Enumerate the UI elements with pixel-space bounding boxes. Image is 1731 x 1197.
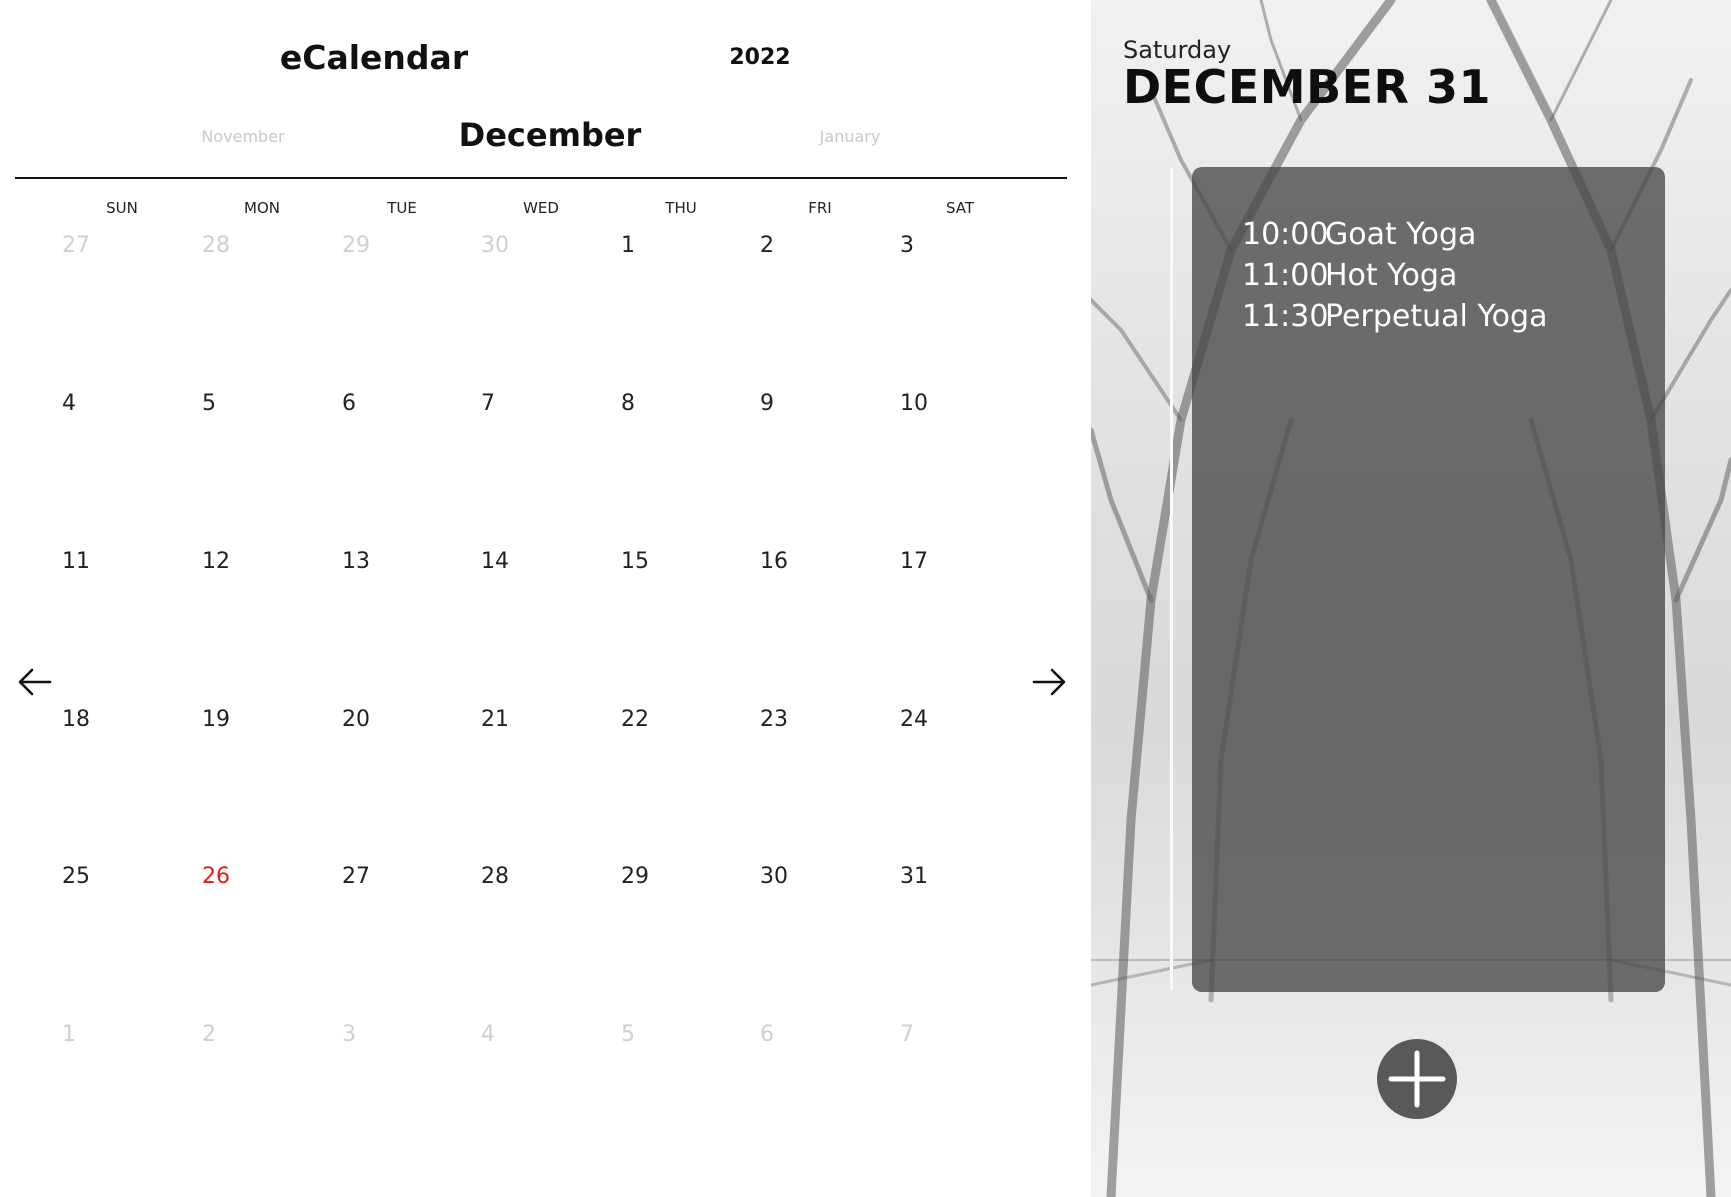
day-cell[interactable]: 20 (342, 707, 372, 732)
event-title: Hot Yoga (1325, 258, 1458, 293)
current-month-title: December (458, 116, 642, 154)
day-cell[interactable]: 18 (62, 707, 92, 732)
day-cell[interactable]: 5 (621, 1022, 651, 1047)
day-cell[interactable]: 24 (900, 707, 930, 732)
previous-month-link[interactable]: November (143, 127, 343, 146)
weekday-mon: MON (244, 199, 280, 217)
day-cell[interactable]: 30 (481, 233, 511, 258)
day-cell[interactable]: 11 (62, 549, 92, 574)
day-cell[interactable]: 6 (760, 1022, 790, 1047)
agenda-panel: Saturday DECEMBER 31 10:00Goat Yoga 11:0… (1091, 0, 1731, 1197)
day-cell[interactable]: 28 (202, 233, 232, 258)
agenda-date: DECEMBER 31 (1123, 60, 1491, 114)
next-month-link[interactable]: January (750, 127, 950, 146)
event-title: Goat Yoga (1325, 217, 1477, 252)
day-cell-selected[interactable]: 31 (900, 864, 930, 889)
day-cell[interactable]: 30 (760, 864, 790, 889)
event-title: Perpetual Yoga (1325, 299, 1548, 334)
event-time: 11:00 (1242, 258, 1329, 293)
arrow-right-icon[interactable] (1030, 663, 1068, 701)
weekday-fri: FRI (808, 199, 832, 217)
weekday-sat: SAT (945, 199, 975, 217)
timeline-divider (1170, 168, 1173, 990)
day-cell[interactable]: 22 (621, 707, 651, 732)
day-cell[interactable]: 23 (760, 707, 790, 732)
weekday-thu: THU (665, 199, 697, 217)
day-cell[interactable]: 17 (900, 549, 930, 574)
day-cell[interactable]: 15 (621, 549, 651, 574)
day-cell[interactable]: 4 (62, 391, 92, 416)
app-title: eCalendar (279, 38, 469, 77)
year-label[interactable]: 2022 (700, 45, 820, 70)
day-cell[interactable]: 7 (481, 391, 511, 416)
day-cell[interactable]: 2 (202, 1022, 232, 1047)
day-cell[interactable]: 3 (900, 233, 930, 258)
day-cell[interactable]: 1 (62, 1022, 92, 1047)
plus-icon (1388, 1050, 1446, 1108)
add-event-button[interactable] (1377, 1039, 1457, 1119)
event-item[interactable]: 11:30Perpetual Yoga (1242, 299, 1547, 334)
day-cell[interactable]: 6 (342, 391, 372, 416)
event-item[interactable]: 11:00Hot Yoga (1242, 258, 1457, 293)
day-cell[interactable]: 12 (202, 549, 232, 574)
day-cell[interactable]: 27 (342, 864, 372, 889)
event-time: 11:30 (1242, 299, 1329, 334)
events-list: 10:00Goat Yoga 11:00Hot Yoga 11:30Perpet… (1192, 167, 1665, 992)
day-cell[interactable]: 7 (900, 1022, 930, 1047)
day-cell[interactable]: 2 (760, 233, 790, 258)
event-time: 10:00 (1242, 217, 1329, 252)
header-divider (15, 177, 1067, 179)
day-cell[interactable]: 14 (481, 549, 511, 574)
day-cell[interactable]: 25 (62, 864, 92, 889)
day-cell[interactable]: 28 (481, 864, 511, 889)
calendar-panel: eCalendar 2022 November December January… (0, 0, 1091, 1197)
weekday-wed: WED (523, 199, 559, 217)
day-cell[interactable]: 16 (760, 549, 790, 574)
weekday-tue: TUE (387, 199, 417, 217)
day-cell[interactable]: 9 (760, 391, 790, 416)
day-cell[interactable]: 1 (621, 233, 651, 258)
day-cell[interactable]: 13 (342, 549, 372, 574)
day-cell[interactable]: 19 (202, 707, 232, 732)
day-cell[interactable]: 10 (900, 391, 930, 416)
day-cell[interactable]: 27 (62, 233, 92, 258)
day-cell[interactable]: 29 (621, 864, 651, 889)
day-cell[interactable]: 8 (621, 391, 651, 416)
day-cell[interactable]: 4 (481, 1022, 511, 1047)
arrow-left-icon[interactable] (16, 663, 54, 701)
day-cell[interactable]: 5 (202, 391, 232, 416)
event-item[interactable]: 10:00Goat Yoga (1242, 217, 1476, 252)
day-cell[interactable]: 21 (481, 707, 511, 732)
day-cell-today[interactable]: 26 (202, 864, 232, 889)
day-cell[interactable]: 3 (342, 1022, 372, 1047)
weekday-sun: SUN (106, 199, 138, 217)
day-cell[interactable]: 29 (342, 233, 372, 258)
